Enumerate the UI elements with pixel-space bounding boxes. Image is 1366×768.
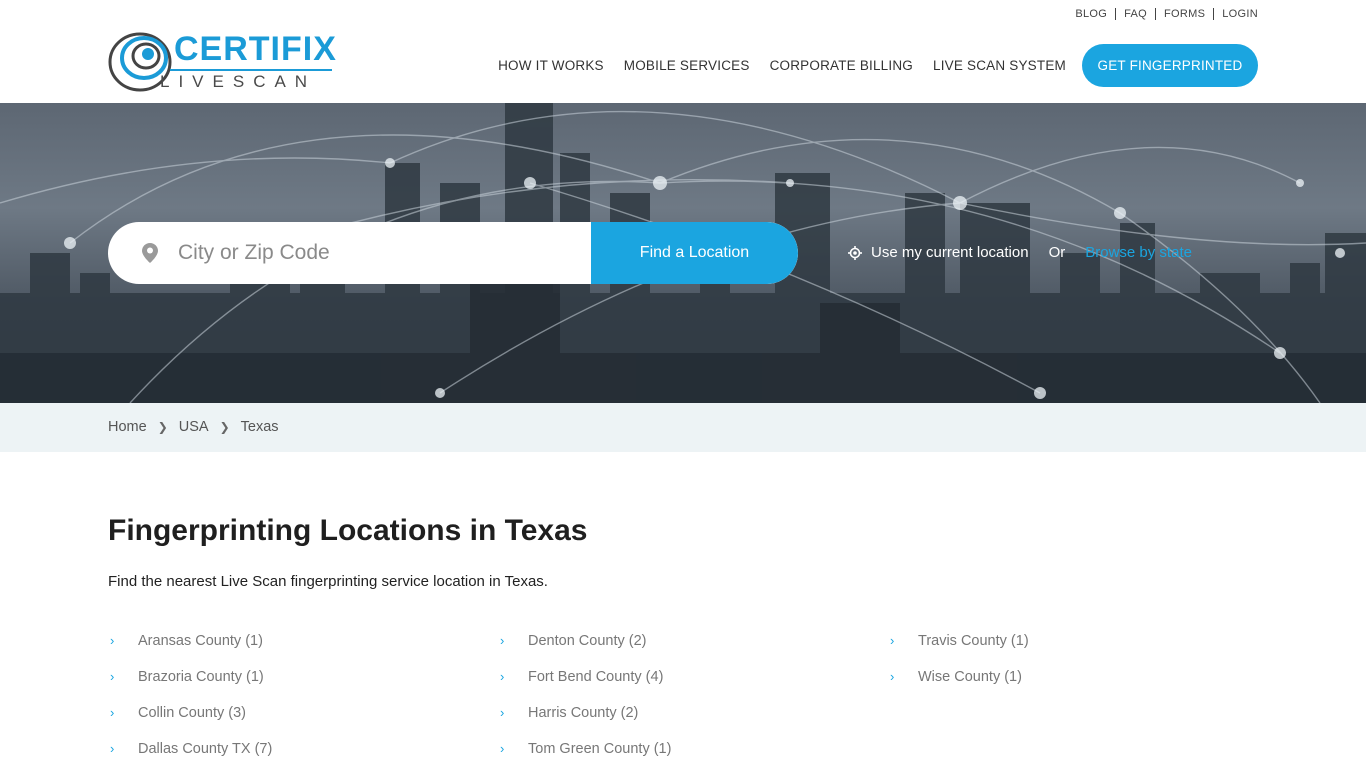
breadcrumb-bar: Home ❯ USA ❯ Texas — [0, 403, 1366, 452]
certifix-logo[interactable]: CERTIFIX LIVESCAN — [108, 28, 338, 98]
toplink-login[interactable]: LOGIN — [1214, 8, 1258, 20]
toplink-blog[interactable]: BLOG — [1067, 8, 1115, 20]
page-title: Fingerprinting Locations in Texas — [108, 514, 588, 547]
nav-mobile-services[interactable]: MOBILE SERVICES — [624, 58, 750, 73]
list-item[interactable]: › Harris County (2) — [498, 705, 671, 741]
intro-text: Find the nearest Live Scan fingerprintin… — [108, 573, 548, 590]
county-link[interactable]: Brazoria County (1) — [138, 669, 264, 685]
county-link[interactable]: Tom Green County (1) — [528, 741, 671, 757]
county-link[interactable]: Harris County (2) — [528, 705, 638, 721]
crosshair-icon — [848, 245, 862, 260]
chevron-right-icon: › — [110, 741, 115, 756]
site-header: CERTIFIX LIVESCAN BLOG FAQ FORMS LOGIN H… — [0, 0, 1366, 103]
browse-by-state-link[interactable]: Browse by state — [1085, 244, 1192, 261]
hero-banner: Find a Location Use my current location … — [0, 103, 1366, 403]
list-item[interactable]: › Fort Bend County (4) — [498, 669, 671, 705]
list-item[interactable]: › Dallas County TX (7) — [108, 741, 272, 768]
nav-how-it-works[interactable]: HOW IT WORKS — [498, 58, 604, 73]
county-link[interactable]: Collin County (3) — [138, 705, 246, 721]
county-column-1: › Aransas County (1) › Brazoria County (1)… — [108, 633, 272, 768]
list-item[interactable]: › Aransas County (1) — [108, 633, 272, 669]
nav-live-scan-system[interactable]: LIVE SCAN SYSTEM — [933, 58, 1066, 73]
list-item[interactable]: › Travis County (1) — [888, 633, 1029, 669]
logo-underline — [170, 69, 332, 71]
breadcrumb-texas: Texas — [240, 419, 279, 435]
list-item[interactable]: › Wise County (1) — [888, 669, 1029, 705]
city-zip-input[interactable] — [178, 222, 588, 284]
list-item[interactable]: › Denton County (2) — [498, 633, 671, 669]
logo-wordmark: CERTIFIX — [174, 30, 337, 68]
list-item[interactable]: › Collin County (3) — [108, 705, 272, 741]
use-current-location-link[interactable]: Use my current location — [871, 244, 1029, 261]
location-options: Use my current location Or Browse by sta… — [848, 244, 1192, 261]
chevron-right-icon: ❯ — [219, 420, 230, 434]
county-column-3: › Travis County (1) › Wise County (1) — [888, 633, 1029, 705]
nav-corporate-billing[interactable]: CORPORATE BILLING — [770, 58, 913, 73]
chevron-right-icon: › — [500, 741, 505, 756]
breadcrumb-home[interactable]: Home — [108, 419, 147, 435]
chevron-right-icon: › — [110, 705, 115, 720]
county-link[interactable]: Denton County (2) — [528, 633, 646, 649]
find-location-button[interactable]: Find a Location — [591, 222, 798, 284]
county-link[interactable]: Travis County (1) — [918, 633, 1029, 649]
chevron-right-icon: › — [890, 669, 895, 684]
chevron-right-icon: › — [500, 669, 505, 684]
main-nav: HOW IT WORKS MOBILE SERVICES CORPORATE B… — [498, 44, 1258, 87]
breadcrumb: Home ❯ USA ❯ Texas — [108, 419, 279, 435]
get-fingerprinted-button[interactable]: GET FINGERPRINTED — [1082, 44, 1258, 87]
logo-subtitle: LIVESCAN — [160, 72, 317, 91]
toplink-forms[interactable]: FORMS — [1156, 8, 1213, 20]
county-link[interactable]: Wise County (1) — [918, 669, 1022, 685]
or-label: Or — [1048, 244, 1066, 261]
utility-links: BLOG FAQ FORMS LOGIN — [1067, 8, 1258, 20]
chevron-right-icon: ❯ — [157, 420, 168, 434]
toplink-faq[interactable]: FAQ — [1116, 8, 1155, 20]
map-pin-icon — [142, 243, 158, 263]
chevron-right-icon: › — [500, 633, 505, 648]
list-item[interactable]: › Tom Green County (1) — [498, 741, 671, 768]
chevron-right-icon: › — [110, 633, 115, 648]
list-item[interactable]: › Brazoria County (1) — [108, 669, 272, 705]
county-link[interactable]: Dallas County TX (7) — [138, 741, 272, 757]
chevron-right-icon: › — [890, 633, 895, 648]
breadcrumb-usa[interactable]: USA — [179, 419, 209, 435]
county-link[interactable]: Aransas County (1) — [138, 633, 263, 649]
chevron-right-icon: › — [110, 669, 115, 684]
county-column-2: › Denton County (2) › Fort Bend County (4)… — [498, 633, 671, 768]
location-search-box: Find a Location — [108, 222, 798, 284]
chevron-right-icon: › — [500, 705, 505, 720]
county-link[interactable]: Fort Bend County (4) — [528, 669, 663, 685]
